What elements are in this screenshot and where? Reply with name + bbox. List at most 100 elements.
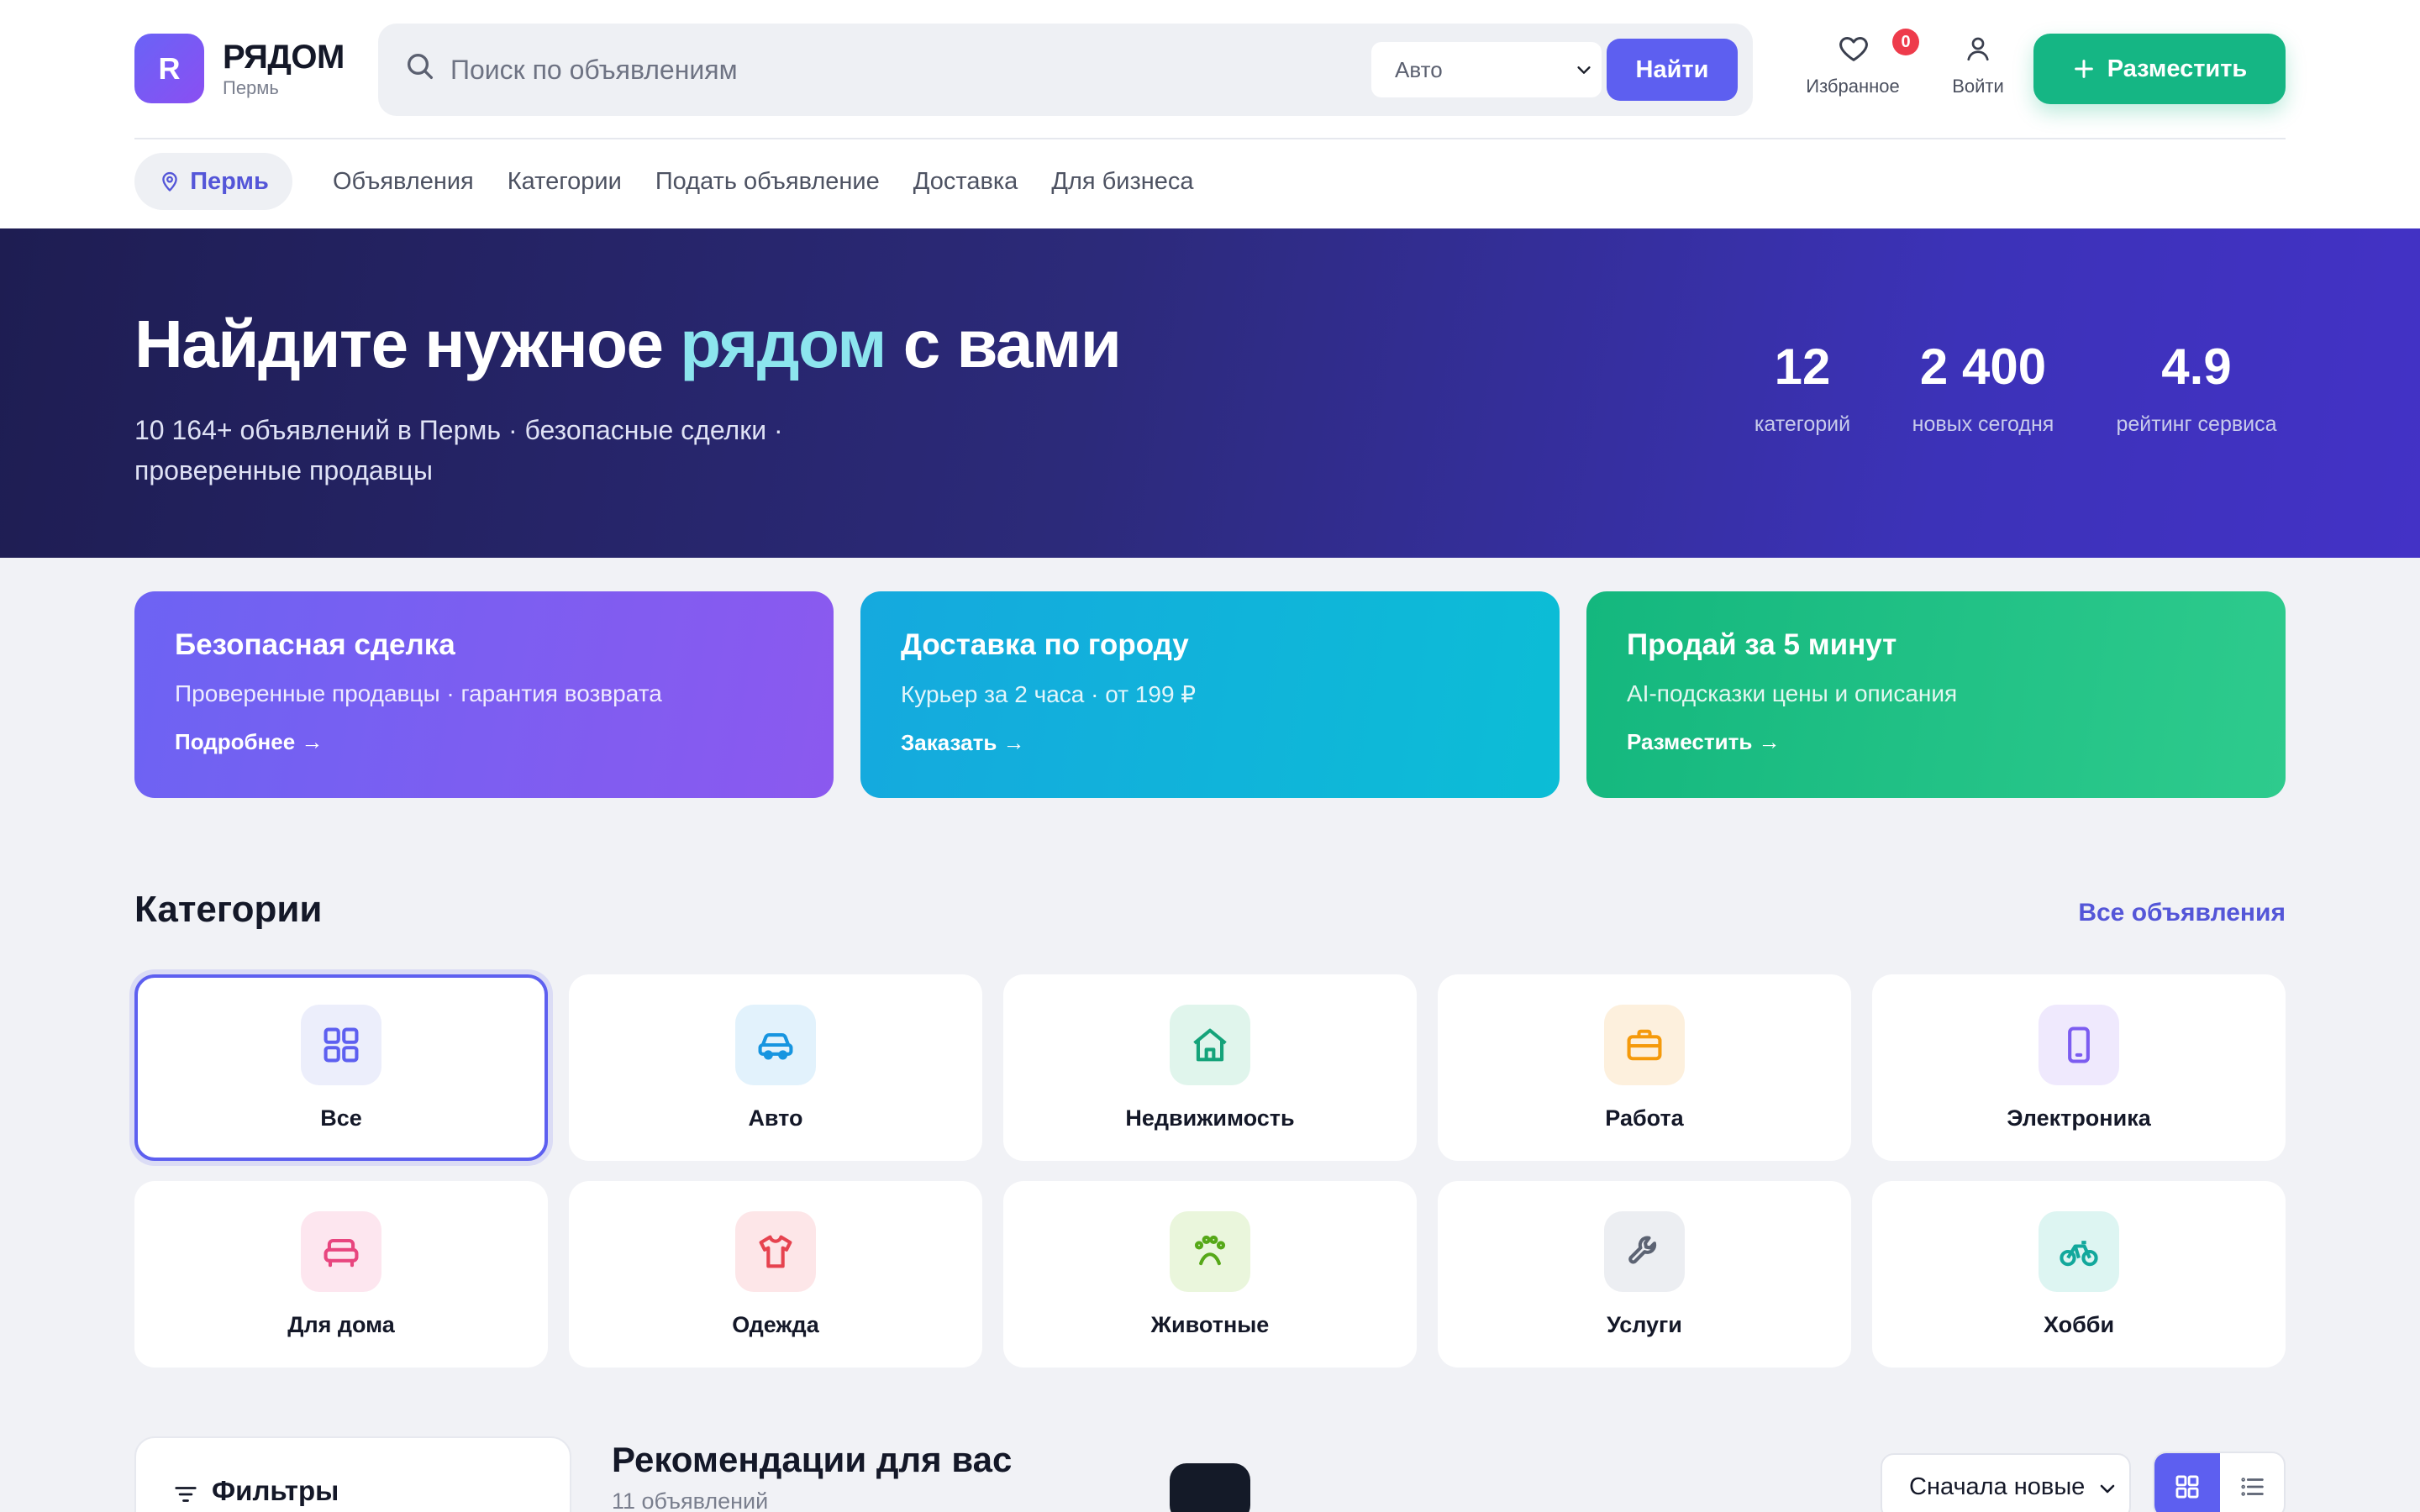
search-input[interactable] <box>450 44 1291 96</box>
stat-rating: 4.9 рейтинг сервиса <box>2107 338 2286 437</box>
stat-label: рейтинг сервиса <box>2116 412 2277 436</box>
promo-text: Проверенные продавцы · гарантия возврата <box>175 680 662 706</box>
category-label: Животные <box>1150 1312 1270 1337</box>
category-label: Услуги <box>1607 1312 1682 1337</box>
hero-title: Найдите нужное рядом с вами <box>134 306 1122 383</box>
favorites-label: Избранное <box>1806 76 1900 97</box>
stat-label: категорий <box>1754 412 1851 436</box>
grid-icon <box>2173 1473 2202 1501</box>
list-view-button[interactable] <box>2220 1453 2284 1512</box>
nav-item-business[interactable]: Для бизнеса <box>1051 168 1193 196</box>
logo-letter: R <box>158 50 181 86</box>
view-toggle <box>2153 1452 2286 1512</box>
sort-select[interactable]: Сначала новые <box>1881 1453 2131 1512</box>
city-selector-label: Пермь <box>190 167 269 195</box>
favorites-count-badge: 0 <box>1892 29 1919 55</box>
category-label: Электроника <box>2007 1105 2151 1131</box>
user-icon <box>1963 34 1993 64</box>
category-label: Работа <box>1605 1105 1684 1131</box>
nav-item-listings[interactable]: Объявления <box>333 168 474 196</box>
sort-select-value: Сначала новые <box>1909 1473 2086 1500</box>
shirt-icon <box>735 1211 816 1292</box>
category-card-jobs[interactable]: Работа <box>1438 974 1851 1161</box>
plus-icon <box>2072 57 2096 81</box>
promo-card-safe-deal[interactable]: Безопасная сделка Проверенные продавцы ·… <box>134 591 834 798</box>
nav-item-post-ad[interactable]: Подать объявление <box>655 168 880 196</box>
category-label: Для дома <box>287 1312 395 1337</box>
hero-title-accent: рядом <box>680 307 886 381</box>
hero-subtitle: 10 164+ объявлений в Пермь · безопасные … <box>134 415 783 486</box>
nav-item-delivery[interactable]: Доставка <box>913 168 1018 196</box>
car-icon <box>735 1005 816 1085</box>
chevron-down-icon <box>1575 60 1593 79</box>
recommendations-title: Рекомендации для вас <box>612 1440 1013 1479</box>
promo-title: Продай за 5 минут <box>1627 628 1897 661</box>
nav-item-categories[interactable]: Категории <box>508 168 622 196</box>
category-card-all[interactable]: Все <box>134 974 548 1161</box>
header-divider <box>134 138 2286 139</box>
logo[interactable]: R <box>134 34 204 103</box>
brand-city: Пермь <box>223 77 279 98</box>
stat-value: 12 <box>1774 339 1831 395</box>
filters-panel[interactable]: Фильтры <box>134 1436 571 1512</box>
list-icon <box>2238 1473 2267 1501</box>
category-label: Одежда <box>732 1312 819 1337</box>
filters-label: Фильтры <box>212 1475 339 1506</box>
category-label: Авто <box>748 1105 803 1131</box>
location-pin-icon <box>158 170 182 193</box>
category-card-clothing[interactable]: Одежда <box>569 1181 982 1368</box>
promo-title: Безопасная сделка <box>175 628 455 661</box>
login-button[interactable]: Войти <box>1934 32 2022 108</box>
grid-icon <box>301 1005 381 1085</box>
category-card-services[interactable]: Услуги <box>1438 1181 1851 1368</box>
sofa-icon <box>301 1211 381 1292</box>
stat-new-today: 2 400 новых сегодня <box>1901 338 2065 437</box>
post-ad-button[interactable]: Разместить <box>2033 34 2286 104</box>
grid-view-button[interactable] <box>2154 1453 2220 1512</box>
search-bar: Авто Найти <box>378 24 1753 116</box>
favorites-button[interactable]: Избранное <box>1798 32 1907 108</box>
floating-pill[interactable] <box>1170 1463 1250 1512</box>
stat-categories: 12 категорий <box>1748 338 1857 437</box>
hero-banner: Найдите нужное рядом с вами 10 164+ объя… <box>0 228 2420 558</box>
search-button[interactable]: Найти <box>1607 39 1738 101</box>
category-card-electronics[interactable]: Электроника <box>1872 974 2286 1161</box>
category-card-pets[interactable]: Животные <box>1003 1181 1417 1368</box>
promo-text: AI-подсказки цены и описания <box>1627 680 1958 706</box>
promo-text: Курьер за 2 часа · от 199 ₽ <box>901 681 1197 707</box>
all-listings-link[interactable]: Все объявления <box>2078 899 2286 927</box>
filter-icon <box>173 1482 198 1507</box>
site-header: R РЯДОМ Пермь Авто Найти Избранное 0 Вой… <box>0 0 2420 228</box>
category-card-hobby[interactable]: Хобби <box>1872 1181 2286 1368</box>
promo-link[interactable]: Заказать → <box>901 730 1025 756</box>
category-label: Все <box>320 1105 362 1131</box>
hero-title-part2: с вами <box>885 307 1122 381</box>
category-card-home[interactable]: Для дома <box>134 1181 548 1368</box>
main-nav: Объявления Категории Подать объявление Д… <box>333 153 1194 210</box>
stat-value: 4.9 <box>2161 339 2232 395</box>
login-label: Войти <box>1952 76 2004 97</box>
category-select-value: Авто <box>1395 56 1443 82</box>
briefcase-icon <box>1604 1005 1685 1085</box>
listings-count: 11 объявлений <box>612 1488 769 1512</box>
city-selector[interactable]: Пермь <box>134 153 292 210</box>
post-ad-label: Разместить <box>2107 55 2248 82</box>
category-label: Хобби <box>2043 1312 2115 1337</box>
promo-card-delivery[interactable]: Доставка по городу Курьер за 2 часа · от… <box>860 591 1560 798</box>
paw-icon <box>1170 1211 1250 1292</box>
hero-title-part1: Найдите нужное <box>134 307 681 381</box>
category-card-auto[interactable]: Авто <box>569 974 982 1161</box>
search-icon <box>403 50 437 83</box>
phone-icon <box>2039 1005 2119 1085</box>
brand-name[interactable]: РЯДОМ <box>223 39 345 76</box>
stat-value: 2 400 <box>1919 339 2047 395</box>
category-card-real-estate[interactable]: Недвижимость <box>1003 974 1417 1161</box>
promo-link[interactable]: Подробнее → <box>175 729 323 755</box>
promo-card-sell-fast[interactable]: Продай за 5 минут AI-подсказки цены и оп… <box>1586 591 2286 798</box>
bicycle-icon <box>2039 1211 2119 1292</box>
category-select[interactable]: Авто <box>1371 42 1602 97</box>
stat-label: новых сегодня <box>1912 412 2054 436</box>
chevron-down-icon <box>2097 1478 2118 1499</box>
house-icon <box>1170 1005 1250 1085</box>
promo-link[interactable]: Разместить → <box>1627 729 1781 755</box>
